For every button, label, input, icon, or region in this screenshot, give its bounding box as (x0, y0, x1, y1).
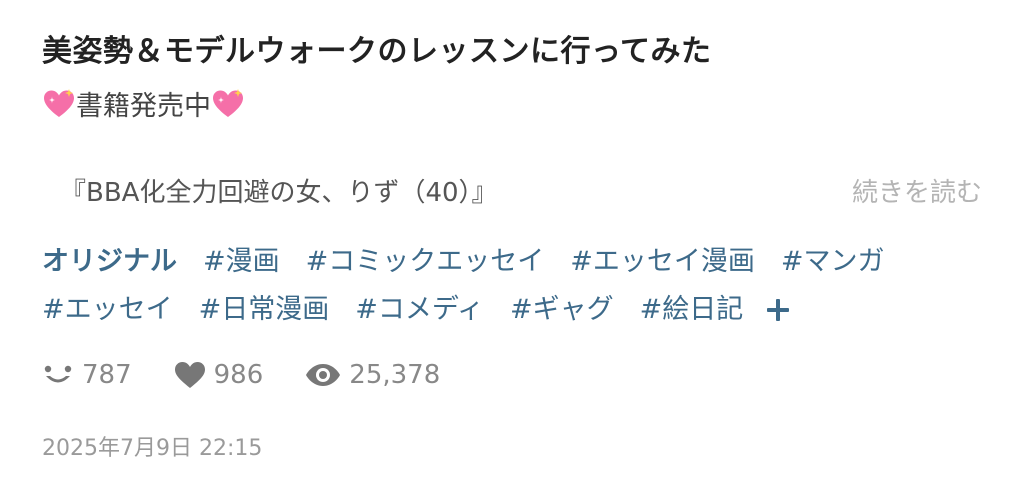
like-count: 986 (213, 360, 264, 390)
hashtag[interactable]: #絵日記 (640, 286, 744, 334)
read-more-link[interactable]: 続きを読む (852, 172, 982, 209)
tag-line-2: #エッセイ #日常漫画 #コメディ #ギャグ #絵日記 (42, 286, 982, 334)
tag-line-1: オリジナル #漫画 #コミックエッセイ #エッセイ漫画 #マンガ (42, 238, 982, 286)
view-count: 25,378 (349, 360, 441, 390)
tag-list: オリジナル #漫画 #コミックエッセイ #エッセイ漫画 #マンガ #エッセイ #… (42, 238, 982, 334)
eye-icon (306, 364, 341, 386)
hashtag[interactable]: #漫画 (203, 238, 280, 286)
reaction-count: 787 (82, 360, 132, 390)
subtitle-text: 書籍発売中 (76, 91, 211, 122)
post-title[interactable]: 美姿勢＆モデルウォークのレッスンに行ってみた (42, 26, 712, 70)
excerpt-row: 『BBA化全力回避の女、りず（40）』 続きを読む (60, 172, 982, 209)
hashtag[interactable]: #日常漫画 (199, 286, 330, 334)
post-subtitle: 書籍発売中 (42, 84, 245, 123)
hashtag[interactable]: #マンガ (781, 238, 885, 286)
hashtag[interactable]: #ギャグ (510, 286, 614, 334)
view-stat: 25,378 (305, 360, 440, 390)
sparkling-heart-icon (211, 88, 245, 120)
stats-bar: 787 986 25,378 (42, 360, 482, 390)
sparkling-heart-icon (42, 88, 76, 120)
hashtag[interactable]: #コミックエッセイ (306, 238, 545, 286)
smile-icon (44, 365, 72, 383)
hashtag[interactable]: #エッセイ漫画 (570, 238, 755, 286)
reaction-stat[interactable]: 787 (42, 360, 132, 390)
hashtag[interactable]: #エッセイ (42, 286, 173, 334)
hashtag[interactable]: #コメディ (355, 286, 484, 334)
post-excerpt: 『BBA化全力回避の女、りず（40）』 (60, 178, 498, 208)
plus-icon[interactable] (765, 297, 791, 323)
like-stat[interactable]: 986 (174, 360, 264, 390)
heart-icon (174, 362, 205, 388)
original-label[interactable]: オリジナル (42, 238, 177, 286)
post-date: 2025年7月9日 22:15 (42, 436, 263, 461)
